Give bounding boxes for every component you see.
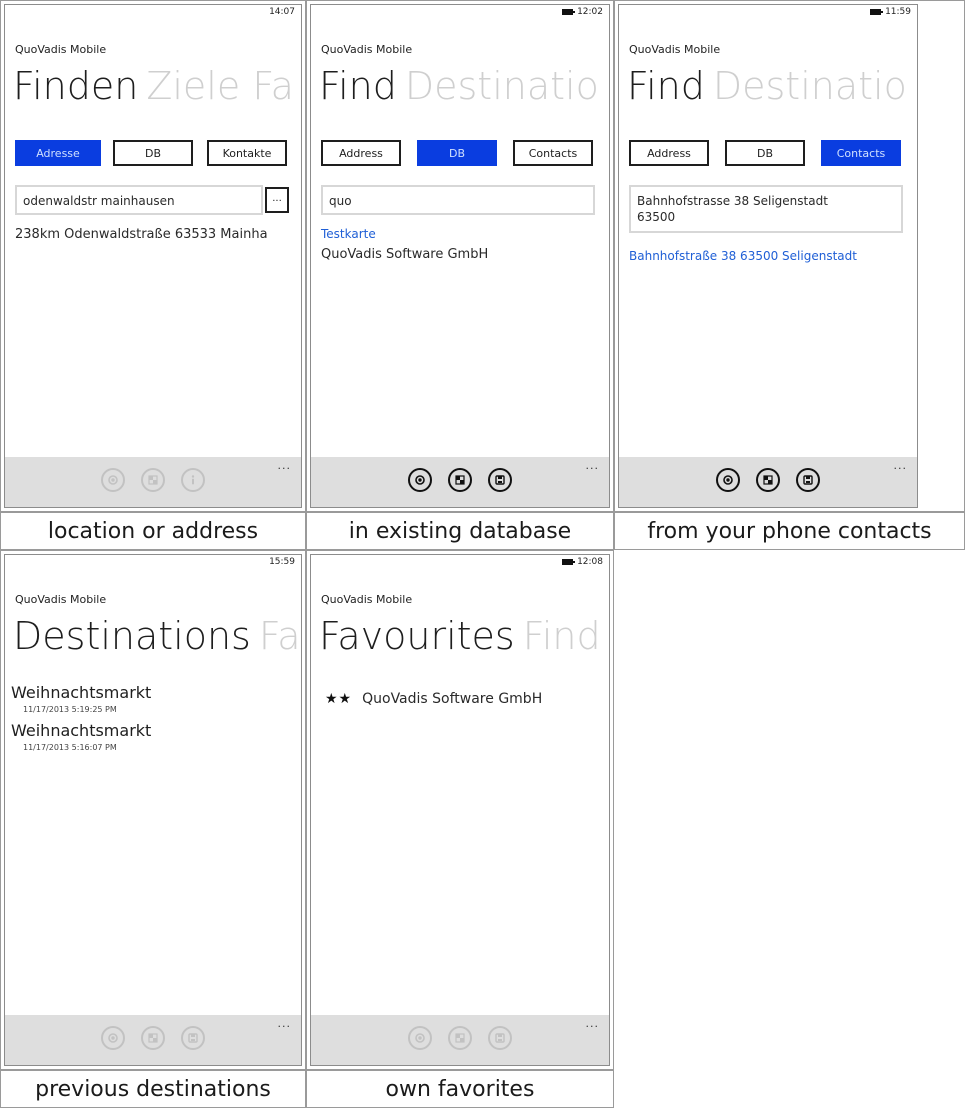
battery-icon [562,9,576,15]
destination-date: 11/17/2013 5:19:25 PM [23,705,117,714]
search-mode-tabs: Adresse DB Kontakte [15,140,287,166]
result-item[interactable]: Testkarte [321,227,376,241]
location-icon[interactable] [408,468,432,492]
panel-favourites: 12:08 QuoVadis Mobile Favourites Find ★★ Q… [306,550,614,1070]
destination-date: 11/17/2013 5:16:07 PM [23,743,117,752]
save-icon[interactable] [488,1026,512,1050]
caption-destinations: previous destinations [0,1070,306,1108]
app-bar: ... [619,457,917,507]
tab-db[interactable]: DB [417,140,497,166]
more-button[interactable]: ... [265,187,289,213]
status-bar: 12:02 [562,5,603,19]
checkered-flag-icon[interactable] [141,468,165,492]
app-bar: ... [311,457,609,507]
phone-frame: 12:08 QuoVadis Mobile Favourites Find ★★ Q… [310,554,610,1066]
tab-db[interactable]: DB [725,140,805,166]
app-title: QuoVadis Mobile [321,43,413,56]
status-bar: 12:08 [562,555,603,569]
search-input[interactable]: odenwaldstr mainhausen [15,185,263,215]
status-time: 12:02 [577,7,603,17]
search-input[interactable]: quo [321,185,595,215]
pivot-header: Favourites Find [319,613,601,659]
pivot-item-next[interactable]: Fa [259,614,301,658]
destination-title[interactable]: Weihnachtsmarkt [11,721,151,740]
search-mode-tabs: Address DB Contacts [629,140,901,166]
status-bar: 11:59 [870,5,911,19]
pivot-header: Finden Ziele Fa [13,63,294,109]
checkered-flag-icon[interactable] [448,468,472,492]
tab-address[interactable]: Address [321,140,401,166]
destination-title[interactable]: Weihnachtsmarkt [11,683,151,702]
phone-frame: 15:59 QuoVadis Mobile Destinations Fa Wei… [4,554,302,1066]
app-title: QuoVadis Mobile [629,43,721,56]
tab-contacts[interactable]: Contacts [513,140,593,166]
checkered-flag-icon[interactable] [756,468,780,492]
pivot-item-active[interactable]: Destinations [13,614,251,658]
save-icon[interactable] [796,468,820,492]
result-item[interactable]: QuoVadis Software GmbH [321,247,488,262]
panel-destinations: 15:59 QuoVadis Mobile Destinations Fa Wei… [0,550,306,1070]
input-line: 63500 [637,210,676,224]
input-line: Bahnhofstrasse 38 Seligenstadt [637,194,828,208]
pivot-header: Find Destinatio [627,63,907,109]
search-mode-tabs: Address DB Contacts [321,140,593,166]
app-bar: ... [5,1015,301,1065]
tab-contacts[interactable]: Kontakte [207,140,287,166]
status-bar: 15:59 [269,555,295,569]
app-title: QuoVadis Mobile [15,593,107,606]
caption-database: in existing database [306,512,614,550]
result-item[interactable]: Bahnhofstraße 38 63500 Seligenstadt [629,249,857,263]
pivot-header: Find Destinatio [319,63,599,109]
battery-icon [562,559,576,565]
tab-address[interactable]: Adresse [15,140,101,166]
pivot-item-active[interactable]: Finden [13,64,138,108]
favourite-item[interactable]: ★★ QuoVadis Software GmbH [325,691,542,707]
search-input[interactable]: Bahnhofstrasse 38 Seligenstadt 63500 [629,185,903,233]
status-bar: 14:07 [269,5,295,19]
checkered-flag-icon[interactable] [448,1026,472,1050]
panel-contacts: 11:59 QuoVadis Mobile Find Destinatio Add… [614,0,965,512]
battery-icon [870,9,884,15]
location-icon[interactable] [716,468,740,492]
pivot-item-active[interactable]: Find [319,64,397,108]
pivot-item-next[interactable]: Destinatio [405,64,599,108]
phone-frame: 11:59 QuoVadis Mobile Find Destinatio Add… [618,4,918,508]
location-icon[interactable] [408,1026,432,1050]
save-icon[interactable] [181,1026,205,1050]
tab-contacts[interactable]: Contacts [821,140,901,166]
location-icon[interactable] [101,1026,125,1050]
location-icon[interactable] [101,468,125,492]
caption-address: location or address [0,512,306,550]
panel-database: 12:02 QuoVadis Mobile Find Destinatio Add… [306,0,614,512]
save-icon[interactable] [488,468,512,492]
checkered-flag-icon[interactable] [141,1026,165,1050]
caption-favourites: own favorites [306,1070,614,1108]
pivot-item-active[interactable]: Favourites [319,614,515,658]
star-rating-icon: ★★ [325,691,353,707]
app-title: QuoVadis Mobile [15,43,107,56]
tab-address[interactable]: Address [629,140,709,166]
caption-contacts: from your phone contacts [614,512,965,550]
pivot-header: Destinations Fa [13,613,301,659]
app-title: QuoVadis Mobile [321,593,413,606]
panel-address: 14:07 QuoVadis Mobile Finden Ziele Fa Adr… [0,0,306,512]
status-time: 15:59 [269,557,295,567]
favourite-name: QuoVadis Software GmbH [362,691,543,707]
pivot-item-next[interactable]: Ziele Fa [146,64,294,108]
screenshot-grid: 14:07 QuoVadis Mobile Finden Ziele Fa Adr… [0,0,965,1109]
info-icon[interactable] [181,468,205,492]
pivot-item-next[interactable]: Find [523,614,601,658]
pivot-item-next[interactable]: Destinatio [713,64,907,108]
status-time: 11:59 [885,7,911,17]
status-time: 12:08 [577,557,603,567]
phone-frame: 14:07 QuoVadis Mobile Finden Ziele Fa Adr… [4,4,302,508]
result-item[interactable]: 238km Odenwaldstraße 63533 Mainha [15,227,268,242]
app-bar: ... [311,1015,609,1065]
pivot-item-active[interactable]: Find [627,64,705,108]
status-time: 14:07 [269,7,295,17]
app-bar: ... [5,457,301,507]
phone-frame: 12:02 QuoVadis Mobile Find Destinatio Add… [310,4,610,508]
tab-db[interactable]: DB [113,140,193,166]
